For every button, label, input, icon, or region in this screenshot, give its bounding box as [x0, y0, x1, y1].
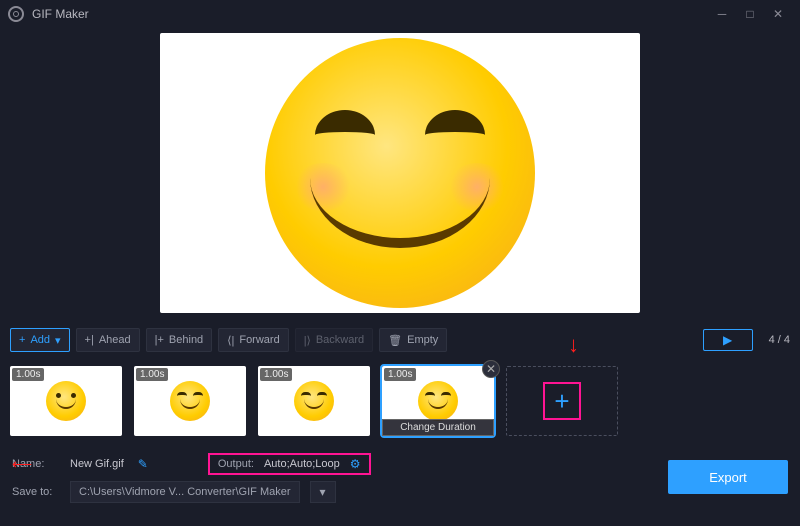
- preview-area: [0, 28, 800, 318]
- frame-thumbnail[interactable]: 1.00s: [134, 366, 246, 436]
- empty-label: Empty: [407, 334, 438, 346]
- empty-button[interactable]: 🗑 Empty: [379, 328, 447, 352]
- emoji-thumb-icon: [418, 381, 458, 421]
- add-frame-slot[interactable]: +: [506, 366, 618, 436]
- plus-icon: +: [19, 334, 25, 346]
- remove-frame-button[interactable]: ✕: [482, 360, 500, 378]
- output-value: Auto;Auto;Loop: [264, 458, 340, 470]
- ahead-label: Ahead: [99, 334, 131, 346]
- saveto-label: Save to:: [12, 486, 60, 498]
- chevron-down-icon: ▾: [320, 485, 326, 499]
- name-label: Name:: [12, 458, 60, 470]
- frame-duration: 1.00s: [136, 368, 168, 381]
- emoji-face-icon: [265, 38, 535, 308]
- behind-button[interactable]: |+ Behind: [146, 328, 213, 352]
- frame-thumbnail[interactable]: 1.00s ✕ Change Duration: [382, 366, 494, 436]
- play-icon: ▶: [723, 333, 732, 347]
- trash-icon: 🗑: [388, 334, 402, 347]
- ahead-icon: +|: [85, 334, 94, 346]
- close-window-button[interactable]: ✕: [764, 4, 792, 24]
- chevron-down-icon: ▾: [55, 334, 61, 347]
- frame-counter: 4 / 4: [769, 334, 790, 346]
- total-frames: 4: [784, 334, 790, 346]
- footer-panel: Name: New Gif.gif ✎ Output: Auto;Auto;Lo…: [0, 440, 800, 514]
- behind-icon: |+: [155, 334, 164, 346]
- saveto-path-field[interactable]: C:\Users\Vidmore V... Converter\GIF Make…: [70, 481, 300, 503]
- preview-image: [160, 33, 640, 313]
- frame-duration: 1.00s: [260, 368, 292, 381]
- output-settings: Output: Auto;Auto;Loop ⚙: [208, 453, 371, 475]
- backward-label: Backward: [316, 334, 364, 346]
- behind-label: Behind: [169, 334, 203, 346]
- add-label: Add: [30, 334, 50, 346]
- saveto-dropdown[interactable]: ▾: [310, 481, 336, 503]
- title-bar: GIF Maker ─ □ ✕: [0, 0, 800, 28]
- frame-strip: 1.00s 1.00s 1.00s 1.00s ✕ Change Duratio…: [0, 362, 800, 440]
- frame-thumbnail[interactable]: 1.00s: [10, 366, 122, 436]
- plus-icon: +: [554, 386, 569, 417]
- add-frame-highlight: +: [543, 382, 581, 420]
- export-button[interactable]: Export: [668, 460, 788, 494]
- emoji-thumb-icon: [46, 381, 86, 421]
- frame-thumbnail[interactable]: 1.00s: [258, 366, 370, 436]
- backward-icon: |⟩: [304, 334, 311, 347]
- name-value: New Gif.gif: [70, 458, 124, 470]
- forward-label: Forward: [239, 334, 279, 346]
- play-button[interactable]: ▶: [703, 329, 753, 351]
- frame-duration: 1.00s: [384, 368, 416, 381]
- frame-duration: 1.00s: [12, 368, 44, 381]
- minimize-button[interactable]: ─: [708, 4, 736, 24]
- output-settings-button[interactable]: ⚙: [350, 457, 361, 471]
- app-logo-icon: [8, 6, 24, 22]
- add-button[interactable]: + Add ▾: [10, 328, 70, 352]
- frame-toolbar: + Add ▾ +| Ahead |+ Behind ⟨| Forward |⟩…: [0, 324, 800, 356]
- forward-icon: ⟨|: [227, 334, 234, 347]
- maximize-button[interactable]: □: [736, 4, 764, 24]
- emoji-thumb-icon: [294, 381, 334, 421]
- app-title: GIF Maker: [32, 7, 89, 21]
- emoji-thumb-icon: [170, 381, 210, 421]
- backward-button[interactable]: |⟩ Backward: [295, 328, 373, 352]
- forward-button[interactable]: ⟨| Forward: [218, 328, 289, 352]
- ahead-button[interactable]: +| Ahead: [76, 328, 140, 352]
- output-label: Output:: [218, 458, 254, 470]
- edit-name-button[interactable]: ✎: [138, 457, 148, 471]
- change-duration-button[interactable]: Change Duration: [382, 419, 494, 436]
